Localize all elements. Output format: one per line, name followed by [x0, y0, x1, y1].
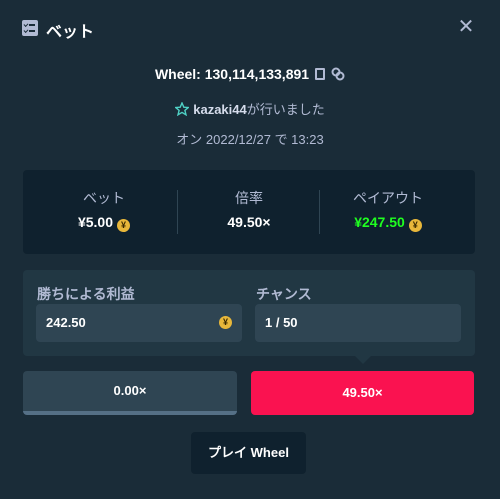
- game-params-panel: 勝ちによる利益 242.50 ¥ チャンス 1 / 50: [23, 270, 475, 356]
- stat-payout: ペイアウト ¥247.50 ¥: [313, 170, 463, 254]
- profit-field[interactable]: 242.50 ¥: [36, 304, 242, 342]
- close-icon[interactable]: ✕: [456, 17, 476, 37]
- stat-bet-label: ベット: [83, 190, 125, 206]
- checklist-icon: [22, 20, 38, 36]
- game-id-line: Wheel: 130,114,133,891: [0, 64, 500, 84]
- stat-multiplier-value: 49.50×: [227, 214, 271, 230]
- modal-header: ベット ✕: [0, 0, 500, 56]
- profit-value: 242.50: [46, 315, 86, 330]
- chance-label: チャンス: [256, 286, 312, 302]
- segment-0x[interactable]: 0.00×: [23, 371, 237, 415]
- stat-multiplier: 倍率 49.50×: [174, 170, 324, 254]
- game-id-label: Wheel: 130,114,133,891: [154, 66, 310, 82]
- coin-icon: ¥: [219, 316, 232, 329]
- user-suffix: が行いました: [246, 102, 325, 117]
- chance-field[interactable]: 1 / 50: [255, 304, 461, 342]
- chance-value: 1 / 50: [265, 315, 298, 330]
- copy-icon[interactable]: [315, 68, 326, 80]
- play-wheel-button[interactable]: プレイ Wheel: [191, 432, 306, 474]
- stat-payout-value: ¥247.50 ¥: [313, 214, 463, 232]
- bet-stats-panel: ベット ¥5.00 ¥ 倍率 49.50× ペイアウト ¥247.50 ¥: [23, 170, 475, 254]
- star-icon: [175, 102, 190, 116]
- date-line: オン 2022/12/27 で 13:23: [176, 132, 324, 147]
- panel-pointer: [355, 356, 371, 364]
- segment-49x[interactable]: 49.50×: [251, 371, 474, 415]
- username-link[interactable]: kazaki44: [193, 102, 247, 117]
- stat-bet-amount: ¥5.00: [77, 214, 114, 230]
- stat-bet: ベット ¥5.00 ¥: [29, 170, 179, 254]
- stat-payout-label: ペイアウト: [353, 190, 423, 206]
- modal-title: ベット: [46, 24, 95, 41]
- stat-bet-value: ¥5.00 ¥: [29, 214, 179, 232]
- coin-icon: ¥: [408, 219, 422, 232]
- stat-payout-amount: ¥247.50: [354, 214, 405, 230]
- user-line: kazaki44が行いました: [0, 101, 500, 119]
- stat-multiplier-label: 倍率: [235, 190, 263, 206]
- profit-label: 勝ちによる利益: [37, 286, 135, 302]
- coin-icon: ¥: [117, 219, 131, 232]
- link-icon[interactable]: [331, 67, 345, 81]
